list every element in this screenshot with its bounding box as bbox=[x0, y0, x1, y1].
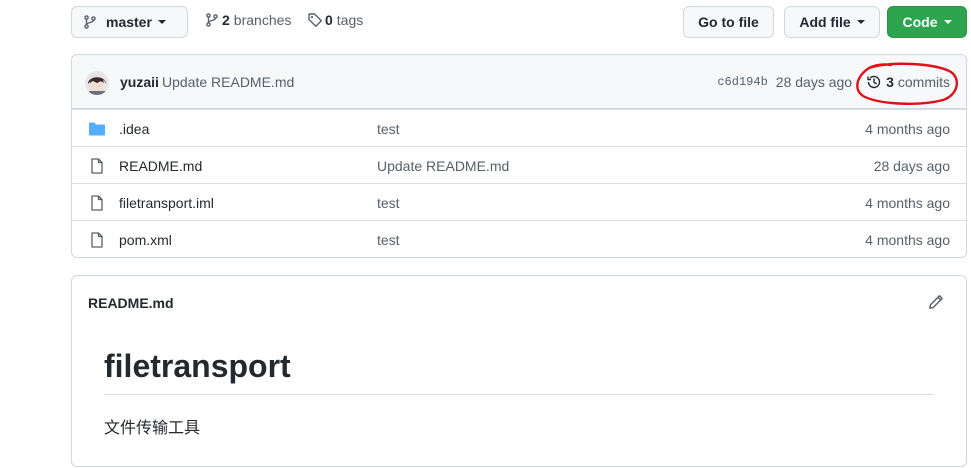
branches-link[interactable]: 2 branches bbox=[204, 12, 291, 28]
file-name[interactable]: README.md bbox=[119, 158, 202, 174]
tag-icon bbox=[308, 13, 322, 27]
chevron-down-icon bbox=[856, 20, 865, 24]
file-commit-message[interactable]: test bbox=[377, 195, 400, 211]
file-age: 4 months ago bbox=[865, 121, 950, 137]
file-age: 4 months ago bbox=[865, 232, 950, 248]
code-label: Code bbox=[902, 14, 938, 30]
file-row[interactable]: README.md Update README.md 28 days ago bbox=[72, 146, 966, 183]
branch-select-button[interactable]: master bbox=[71, 6, 188, 38]
latest-commit-bar: yuzaii Update README.md c6d194b 28 days … bbox=[72, 55, 966, 109]
pencil-icon[interactable] bbox=[928, 294, 944, 310]
file-name[interactable]: .idea bbox=[119, 121, 149, 137]
branches-count: 2 bbox=[222, 12, 230, 28]
file-commit-message[interactable]: test bbox=[377, 121, 400, 137]
avatar[interactable] bbox=[85, 71, 109, 95]
folder-icon bbox=[89, 122, 105, 136]
history-icon bbox=[867, 75, 881, 89]
file-icon bbox=[91, 195, 103, 211]
commit-time: 28 days ago bbox=[775, 74, 853, 90]
commit-message[interactable]: Update README.md bbox=[162, 74, 294, 90]
commit-author[interactable]: yuzaii bbox=[120, 74, 159, 90]
tags-label: tags bbox=[336, 12, 364, 28]
file-row[interactable]: .idea test 4 months ago bbox=[72, 109, 966, 146]
commit-sha[interactable]: c6d194b bbox=[717, 75, 767, 89]
tags-link[interactable]: 0 tags bbox=[307, 12, 363, 28]
branch-icon bbox=[84, 15, 96, 29]
file-icon bbox=[91, 232, 103, 248]
file-icon bbox=[91, 158, 103, 174]
readme-title[interactable]: README.md bbox=[88, 295, 174, 311]
file-row[interactable]: pom.xml test 4 months ago bbox=[72, 220, 966, 257]
commits-count: 3 bbox=[886, 74, 894, 90]
file-age: 28 days ago bbox=[873, 158, 950, 174]
file-name[interactable]: pom.xml bbox=[119, 232, 172, 248]
branch-label: master bbox=[106, 14, 152, 30]
commits-label: commits bbox=[897, 74, 950, 90]
tags-count: 0 bbox=[325, 12, 333, 28]
readme-panel: README.md filetransport 文件传输工具 bbox=[71, 275, 967, 467]
add-file-button[interactable]: Add file bbox=[784, 6, 880, 38]
file-commit-message[interactable]: Update README.md bbox=[377, 158, 509, 174]
file-commit-message[interactable]: test bbox=[377, 232, 400, 248]
readme-heading: filetransport bbox=[104, 348, 291, 384]
chevron-down-icon bbox=[943, 20, 952, 24]
branch-icon bbox=[206, 13, 218, 27]
file-list: yuzaii Update README.md c6d194b 28 days … bbox=[71, 54, 967, 258]
code-button[interactable]: Code bbox=[887, 6, 967, 38]
file-row[interactable]: filetransport.iml test 4 months ago bbox=[72, 183, 966, 220]
divider bbox=[104, 394, 934, 395]
commits-link[interactable]: 3 commits bbox=[866, 74, 950, 90]
go-to-file-button[interactable]: Go to file bbox=[683, 6, 774, 38]
readme-header: README.md bbox=[72, 276, 966, 328]
branches-label: branches bbox=[233, 12, 292, 28]
readme-body: 文件传输工具 bbox=[104, 418, 201, 437]
commit-meta: c6d194b 28 days ago 3 commits bbox=[717, 74, 950, 90]
chevron-down-icon bbox=[157, 20, 166, 24]
file-age: 4 months ago bbox=[865, 195, 950, 211]
add-file-label: Add file bbox=[799, 14, 851, 30]
file-name[interactable]: filetransport.iml bbox=[119, 195, 214, 211]
